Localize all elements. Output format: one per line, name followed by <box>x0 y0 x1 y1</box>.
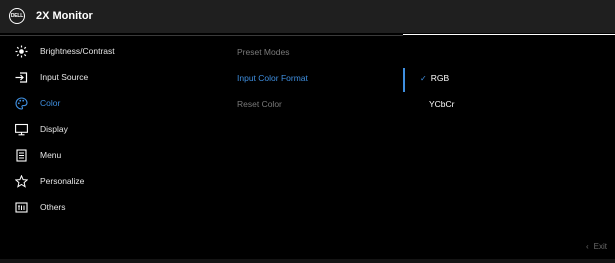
menu-label: Display <box>40 124 68 134</box>
selection-indicator <box>403 68 405 92</box>
color-palette-icon <box>14 96 28 110</box>
menu-item-color[interactable]: Color <box>0 92 220 114</box>
submenu-item-preset-modes[interactable]: Preset Modes <box>237 47 289 57</box>
star-icon <box>14 174 28 188</box>
monitor-title: 2X Monitor <box>36 10 93 22</box>
submenu-item-reset-color[interactable]: Reset Color <box>237 99 282 109</box>
menu-label: Brightness/Contrast <box>40 46 115 56</box>
menu-label: Color <box>40 98 61 108</box>
menu-item-display[interactable]: Display <box>0 118 220 140</box>
exit-label: Exit <box>593 242 607 251</box>
menu-label: Others <box>40 202 66 212</box>
option-ycbcr[interactable]: YCbCr <box>429 99 455 109</box>
dell-logo: DELL <box>9 8 25 24</box>
others-icon <box>14 200 28 214</box>
display-icon <box>14 122 28 136</box>
menu-item-input-source[interactable]: Input Source <box>0 66 220 88</box>
menu-label: Input Source <box>40 72 89 82</box>
submenu-item-input-color-format[interactable]: Input Color Format <box>237 73 308 83</box>
menu-label: Personalize <box>40 176 85 186</box>
menu-icon <box>14 148 28 162</box>
option-label: YCbCr <box>429 99 455 109</box>
menu-item-personalize[interactable]: Personalize <box>0 170 220 192</box>
menu-item-others[interactable]: Others <box>0 196 220 218</box>
chevron-left-icon: ‹ <box>585 242 589 251</box>
menu-item-brightness-contrast[interactable]: Brightness/Contrast <box>0 40 220 62</box>
option-column-divider <box>403 34 615 35</box>
exit-button[interactable]: ‹ Exit <box>586 242 607 251</box>
check-icon: ✓ <box>420 74 427 83</box>
option-label: RGB <box>430 73 450 83</box>
option-rgb[interactable]: ✓ RGB <box>420 73 449 83</box>
menu-label: Menu <box>40 150 62 160</box>
osd-header: DELL 2X Monitor <box>0 0 615 33</box>
input-source-icon <box>14 70 28 84</box>
bottom-bar <box>0 259 615 263</box>
header-divider <box>0 35 403 36</box>
brightness-icon <box>14 44 28 58</box>
dell-logo-text: DELL <box>10 13 24 19</box>
menu-item-menu[interactable]: Menu <box>0 144 220 166</box>
